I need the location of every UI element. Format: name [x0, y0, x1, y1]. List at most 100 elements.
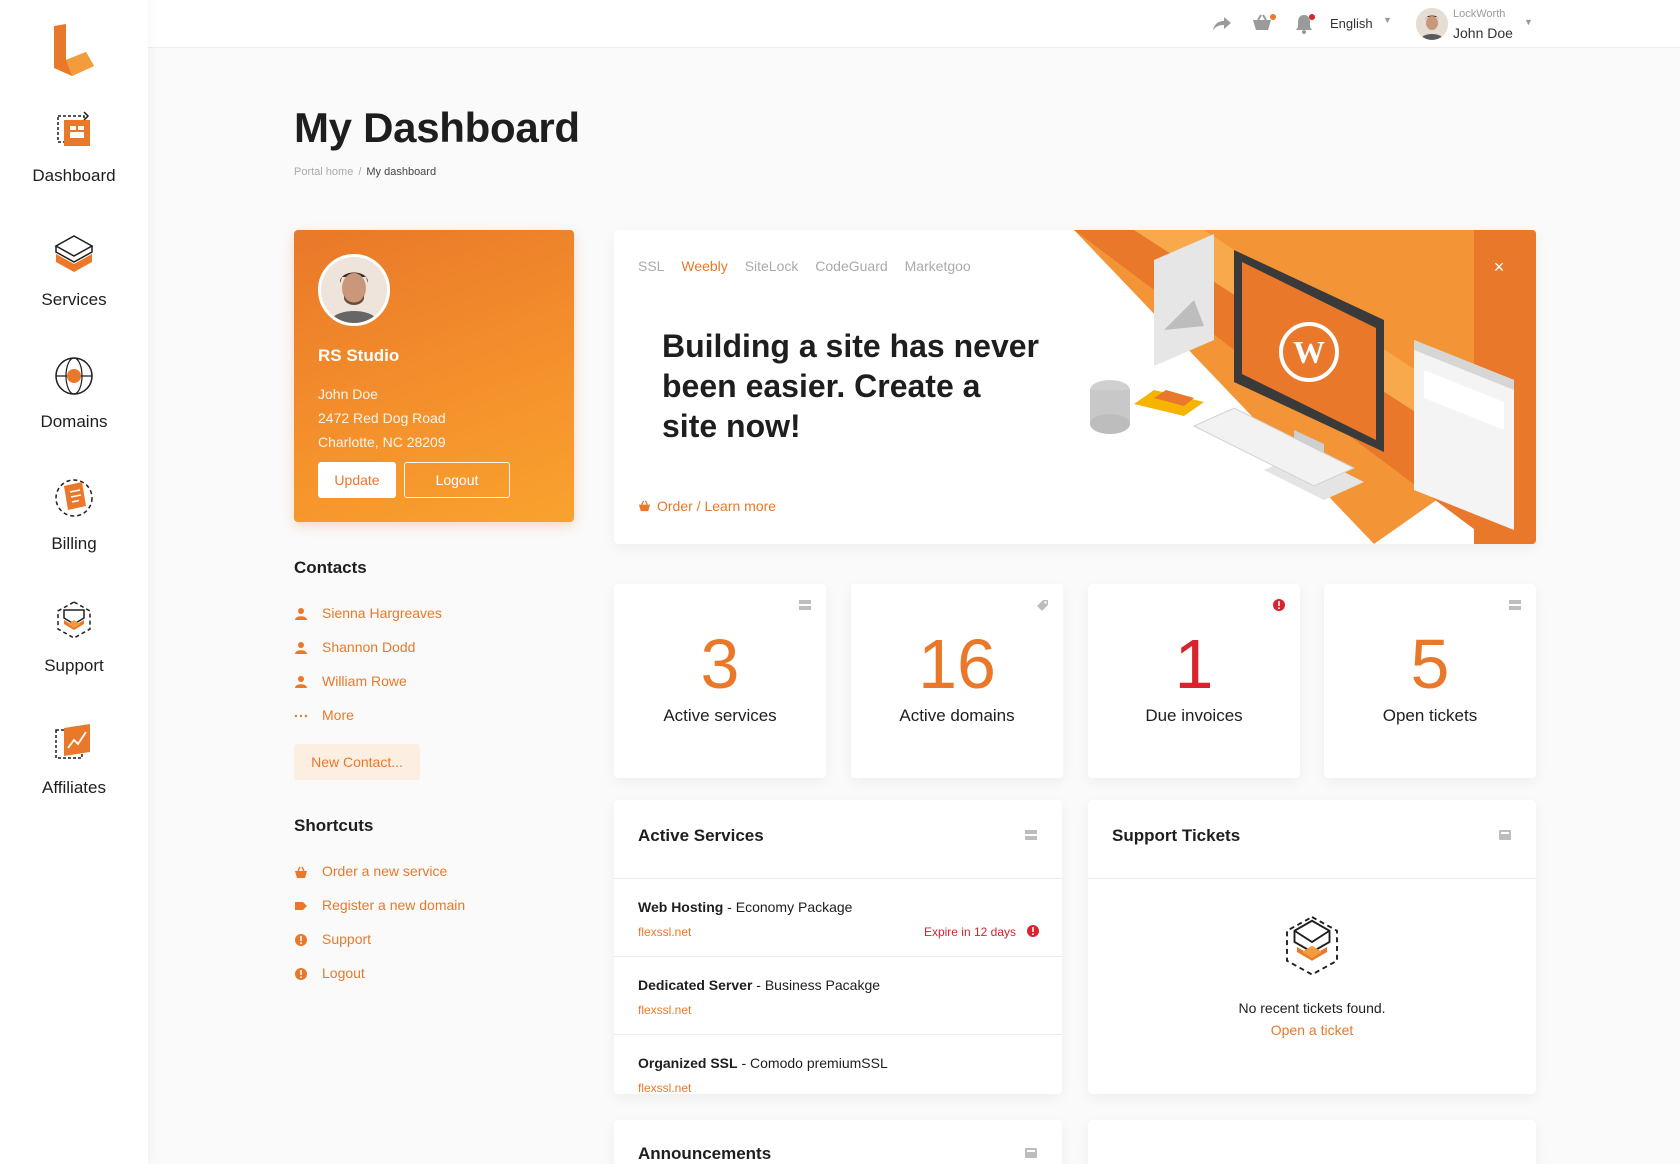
- stat-open-tickets[interactable]: 5 Open tickets: [1324, 584, 1536, 778]
- share-icon[interactable]: [1210, 12, 1234, 36]
- services-icon: [54, 235, 94, 272]
- server-icon[interactable]: [1024, 828, 1038, 842]
- contacts-title: Contacts: [294, 558, 367, 577]
- service-domain[interactable]: flexssl.net: [638, 925, 691, 939]
- tab-sitelock[interactable]: SiteLock: [745, 258, 799, 274]
- stat-active-services[interactable]: 3 Active services: [614, 584, 826, 778]
- stat-label: Open tickets: [1382, 706, 1478, 725]
- sidebar-item-support[interactable]: Support: [0, 596, 148, 676]
- sidebar-item-services[interactable]: Services: [0, 230, 148, 310]
- tab-ssl[interactable]: SSL: [638, 258, 664, 274]
- secondary-panel: [1088, 1120, 1536, 1164]
- open-ticket-link[interactable]: Open a ticket: [1088, 1022, 1536, 1038]
- alert-circle-icon: [295, 934, 307, 946]
- shortcut-label: Support: [322, 931, 372, 947]
- chevron-down-icon[interactable]: ▼: [1524, 17, 1533, 27]
- sidebar-item-label: Dashboard: [32, 166, 116, 185]
- support-ticket-empty-icon: [1286, 915, 1338, 976]
- sidebar-item-domains[interactable]: Domains: [0, 352, 148, 432]
- profile-name: John Doe: [318, 386, 378, 402]
- promo-illustration: W: [1074, 230, 1536, 544]
- stat-label: Due invoices: [1145, 706, 1243, 725]
- stat-active-domains[interactable]: 16 Active domains: [851, 584, 1063, 778]
- promo-link-label: Order / Learn more: [657, 498, 777, 514]
- breadcrumb: Portal home / My dashboard: [294, 166, 436, 178]
- service-title: Web Hosting - Economy Package: [638, 899, 852, 915]
- user-name[interactable]: John Doe: [1453, 25, 1513, 41]
- new-contact-button[interactable]: New Contact...: [294, 744, 420, 780]
- profile-card: RS Studio John Doe 2472 Red Dog Road Cha…: [294, 230, 574, 522]
- svg-text:W: W: [1293, 334, 1325, 370]
- service-package: - Economy Package: [723, 899, 853, 915]
- logout-button[interactable]: Logout: [404, 462, 510, 498]
- basket-icon: [638, 500, 651, 512]
- cart-badge: [1270, 14, 1276, 20]
- update-button[interactable]: Update: [318, 462, 396, 498]
- chevron-down-icon: ▼: [1383, 15, 1392, 25]
- panel-divider: [1088, 878, 1536, 879]
- stat-value: 16: [918, 625, 996, 703]
- panel-title: Announcements: [638, 1144, 772, 1163]
- stat-due-invoices[interactable]: 1 Due invoices: [1088, 584, 1300, 778]
- tab-weebly[interactable]: Weebly: [681, 258, 727, 274]
- sidebar-item-label: Services: [41, 290, 107, 309]
- inbox-icon[interactable]: [1024, 1146, 1038, 1160]
- stat-label: Active services: [663, 706, 777, 725]
- panel-title: Support Tickets: [1112, 826, 1241, 845]
- tag-icon: [295, 902, 307, 910]
- language-selector[interactable]: English: [1330, 16, 1373, 31]
- announcements-panel: Announcements: [614, 1120, 1062, 1164]
- server-icon: [1509, 600, 1521, 610]
- server-icon: [799, 600, 811, 610]
- alert-circle-icon: [1273, 599, 1285, 611]
- user-avatar[interactable]: [1416, 8, 1448, 40]
- breadcrumb-home[interactable]: Portal home: [294, 166, 353, 178]
- profile-company: RS Studio: [318, 346, 400, 365]
- contact-name: Shannon Dodd: [322, 639, 416, 655]
- brand-logo[interactable]: [50, 24, 96, 76]
- profile-avatar-image: [321, 257, 387, 323]
- promo-headline: Building a site has never been easier. C…: [662, 328, 1039, 444]
- tab-codeguard[interactable]: CodeGuard: [815, 258, 887, 274]
- topbar: English ▼ LockWorth John Doe ▼: [148, 0, 1680, 48]
- service-package: - Business Pacakge: [752, 977, 881, 993]
- main-content: English ▼ LockWorth John Doe ▼ My Dashbo…: [148, 0, 1680, 1164]
- tab-marketgoo[interactable]: Marketgoo: [905, 258, 971, 274]
- shortcut-label: Order a new service: [322, 863, 448, 879]
- alert-circle-icon: [1027, 925, 1039, 937]
- user-icon: [295, 608, 307, 620]
- sidebar-item-dashboard[interactable]: Dashboard: [0, 106, 148, 186]
- profile-address-line-1: 2472 Red Dog Road: [318, 410, 446, 426]
- user-avatar-image: [1416, 8, 1448, 40]
- tag-icon: [1037, 600, 1048, 611]
- promo-order-link[interactable]: Order / Learn more: [638, 498, 776, 514]
- domains-icon: [55, 357, 93, 395]
- service-name: Organized SSL: [638, 1055, 738, 1071]
- notification-badge: [1309, 14, 1315, 20]
- inbox-icon[interactable]: [1498, 828, 1512, 842]
- promo-banner: W SSL Weebly SiteLock CodeGuard Marketgo…: [614, 230, 1536, 544]
- billing-icon: [55, 479, 93, 517]
- service-domain[interactable]: flexssl.net: [638, 1081, 691, 1094]
- close-icon[interactable]: ×: [1490, 258, 1508, 276]
- service-package: - Comodo premiumSSL: [737, 1055, 888, 1071]
- alert-circle-icon: [295, 968, 307, 980]
- service-row[interactable]: Dedicated Server - Business Pacakge flex…: [614, 957, 1062, 1035]
- user-company: LockWorth: [1453, 8, 1506, 20]
- breadcrumb-current: My dashboard: [366, 166, 437, 178]
- service-row[interactable]: Web Hosting - Economy Package flexssl.ne…: [614, 879, 1062, 957]
- sidebar-item-affiliates[interactable]: Affiliates: [0, 718, 148, 798]
- service-row[interactable]: Organized SSL - Comodo premiumSSL flexss…: [614, 1035, 1062, 1094]
- service-domain[interactable]: flexssl.net: [638, 1003, 691, 1017]
- active-services-panel: Active Services Web Hosting - Economy Pa…: [614, 800, 1062, 1094]
- dashboard-icon: [57, 111, 90, 146]
- sidebar-item-label: Support: [44, 656, 104, 675]
- sidebar: Dashboard Services Domains Billing Suppo…: [0, 0, 148, 1164]
- sidebar-item-billing[interactable]: Billing: [0, 474, 148, 554]
- affiliates-icon: [55, 724, 90, 759]
- profile-address-line-2: Charlotte, NC 28209: [318, 434, 446, 450]
- more-label: More: [322, 707, 354, 723]
- stat-value: 5: [1410, 625, 1450, 703]
- service-expire-warning: Expire in 12 days: [923, 925, 1016, 939]
- no-tickets-message: No recent tickets found.: [1238, 1000, 1386, 1016]
